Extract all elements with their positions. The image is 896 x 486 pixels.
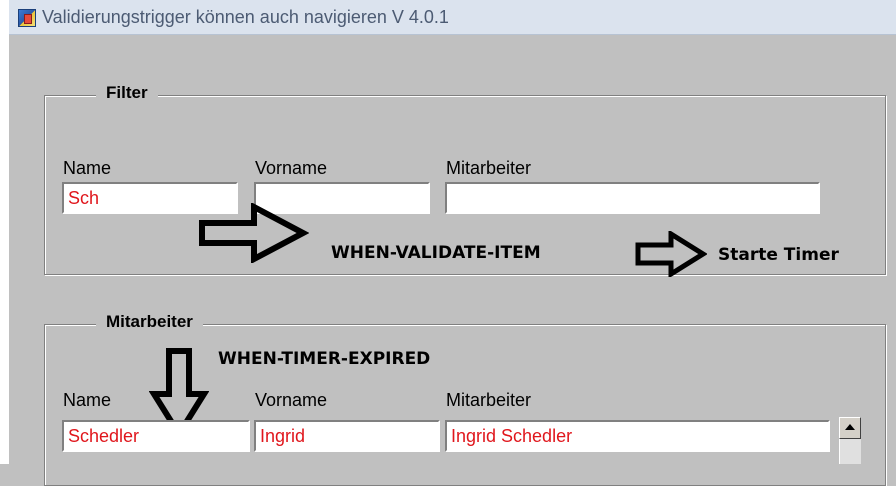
filter-mitarbeiter-field[interactable] xyxy=(445,182,820,214)
records-scrollbar[interactable] xyxy=(839,417,861,464)
result-name-label: Name xyxy=(63,390,112,410)
scroll-up-icon[interactable] xyxy=(839,417,861,439)
annotation-starte-timer: Starte Timer xyxy=(718,245,839,265)
annotation-when-timer-expired: WHEN-TIMER-EXPIRED xyxy=(218,349,431,369)
result-vorname-field[interactable] xyxy=(254,420,440,452)
scroll-track[interactable] xyxy=(839,439,861,464)
form-canvas: Filter Name Vorname Mitarbeiter WHEN-VAL… xyxy=(9,35,896,486)
result-mitarbeiter-label: Mitarbeiter xyxy=(446,390,532,410)
filter-name-label: Name xyxy=(63,158,112,178)
title-bar: Validierungstrigger können auch navigier… xyxy=(9,0,896,35)
filter-vorname-label: Vorname xyxy=(255,158,328,178)
result-name-field[interactable] xyxy=(62,420,250,452)
window-edge xyxy=(0,0,9,464)
result-mitarbeiter-field[interactable] xyxy=(445,420,830,452)
result-vorname-label: Vorname xyxy=(255,390,328,410)
mitarbeiter-group-title: Mitarbeiter xyxy=(96,312,203,332)
filter-mitarbeiter-label: Mitarbeiter xyxy=(446,158,532,178)
filter-group-title: Filter xyxy=(96,83,158,103)
right-arrow-icon xyxy=(199,203,309,263)
right-arrow-icon xyxy=(635,231,707,277)
annotation-when-validate-item: WHEN-VALIDATE-ITEM xyxy=(331,243,541,263)
app-icon xyxy=(18,9,36,27)
window-title: Validierungstrigger können auch navigier… xyxy=(42,7,449,27)
